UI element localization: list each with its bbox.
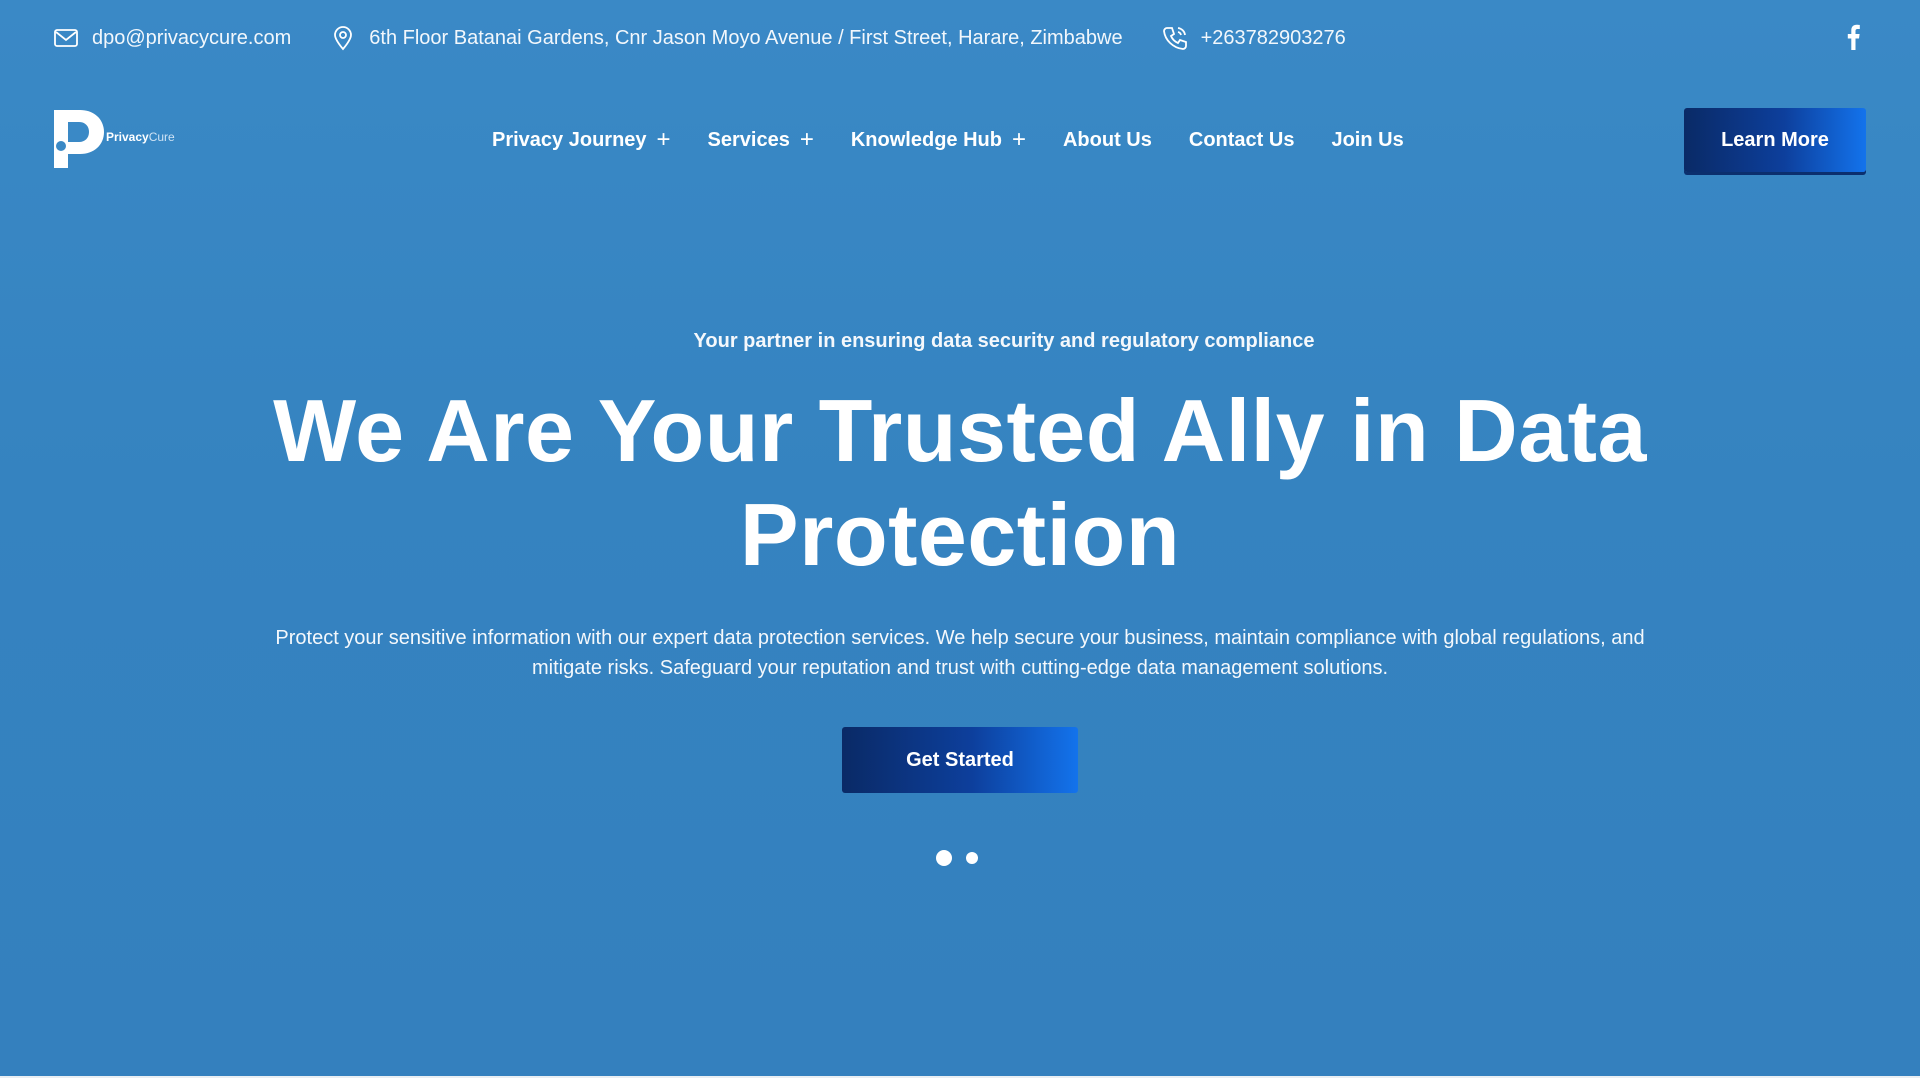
hero-tagline: Your partner in ensuring data security a… <box>693 330 1315 352</box>
nav-item-label: Services <box>707 128 790 151</box>
location-pin-icon <box>329 24 357 52</box>
logo[interactable]: PrivacyCure <box>52 108 175 170</box>
nav-item-label: Join Us <box>1331 128 1404 151</box>
page: dpo@privacycure.com 6th Floor Batanai Ga… <box>0 0 1920 1078</box>
address-text: 6th Floor Batanai Gardens, Cnr Jason Moy… <box>369 26 1123 49</box>
nav-menu: Privacy Journey + Services + Knowledge H… <box>492 100 1441 180</box>
carousel-dots <box>936 850 992 866</box>
phone-link[interactable]: +263782903276 <box>1161 24 1346 52</box>
hero-headline-line-2: Protection <box>739 485 1181 584</box>
hero-description: Protect your sensitive information with … <box>275 627 1645 679</box>
phone-text: +263782903276 <box>1200 26 1346 49</box>
logo-mark-icon <box>54 110 104 168</box>
hero-headline: We Are Your Trusted Ally in Data Protect… <box>0 379 1920 587</box>
logo-wordmark: PrivacyCure <box>106 130 175 144</box>
hero-headline-line-1: We Are Your Trusted Ally in Data <box>273 381 1647 480</box>
email-link[interactable]: dpo@privacycure.com <box>52 24 291 52</box>
facebook-icon[interactable] <box>1838 22 1868 52</box>
nav-item-label: Contact Us <box>1188 128 1295 151</box>
mail-icon <box>52 24 80 52</box>
hero-section: Your partner in ensuring data security a… <box>0 330 1920 793</box>
top-contact-bar: dpo@privacycure.com 6th Floor Batanai Ga… <box>0 0 1920 76</box>
nav-item-label: About Us <box>1062 128 1152 151</box>
email-text: dpo@privacycure.com <box>92 26 292 49</box>
nav-item-about-us[interactable]: About Us <box>1063 129 1152 152</box>
carousel-dot-2[interactable] <box>966 852 978 864</box>
carousel-dot-1[interactable] <box>936 850 952 866</box>
nav-item-services[interactable]: Services + <box>707 126 814 153</box>
nav-item-contact-us[interactable]: Contact Us <box>1189 129 1295 152</box>
main-navbar: PrivacyCure Privacy Journey + Services +… <box>0 100 1920 180</box>
address-info: 6th Floor Batanai Gardens, Cnr Jason Moy… <box>329 24 1123 52</box>
plus-icon: + <box>799 126 814 153</box>
learn-more-button[interactable]: Learn More <box>1684 108 1866 172</box>
nav-item-join-us[interactable]: Join Us <box>1331 129 1403 152</box>
nav-item-label: Privacy Journey <box>492 128 647 151</box>
plus-icon: + <box>656 126 671 153</box>
plus-icon: + <box>1011 126 1026 153</box>
phone-icon <box>1161 24 1189 52</box>
get-started-button[interactable]: Get Started <box>842 727 1078 793</box>
nav-item-label: Knowledge Hub <box>850 128 1002 151</box>
nav-item-knowledge-hub[interactable]: Knowledge Hub + <box>850 126 1026 153</box>
nav-item-privacy-journey[interactable]: Privacy Journey + <box>492 126 671 153</box>
